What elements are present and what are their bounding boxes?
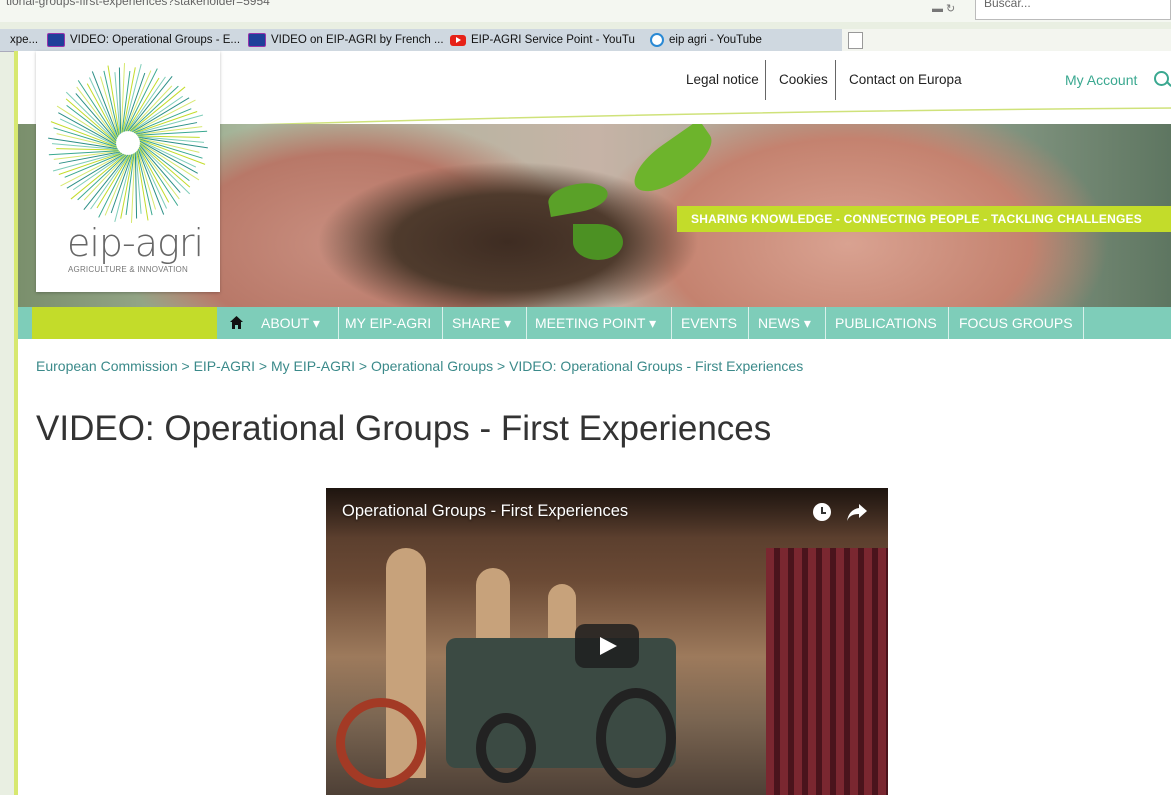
divider <box>825 307 826 339</box>
ie-icon <box>650 33 664 47</box>
nav-meeting-point[interactable]: MEETING POINT ▾ <box>535 307 656 339</box>
nav-share[interactable]: SHARE ▾ <box>452 307 511 339</box>
nav-focus-groups[interactable]: FOCUS GROUPS <box>959 307 1073 339</box>
play-button[interactable] <box>575 624 639 668</box>
divider <box>671 307 672 339</box>
nav-publications[interactable]: PUBLICATIONS <box>835 307 937 339</box>
tab-video-operational-groups[interactable]: VIDEO: Operational Groups - E... <box>47 31 240 49</box>
video-title[interactable]: Operational Groups - First Experiences <box>342 502 628 521</box>
video-player[interactable]: Operational Groups - First Experiences <box>326 488 888 795</box>
video-frame-wheel <box>336 698 426 788</box>
tab-strip: xpe... VIDEO: Operational Groups - E... … <box>0 29 842 52</box>
logo-subtitle: AGRICULTURE & INNOVATION <box>68 265 188 274</box>
logo-starburst-icon <box>48 63 208 223</box>
sprout-leaf <box>546 179 610 217</box>
logo-wordmark: eip-agri <box>67 221 204 265</box>
contact-europa-link[interactable]: Contact on Europa <box>849 60 962 100</box>
tab-eip-agri-youtube[interactable]: eip agri - YouTube <box>650 31 762 49</box>
tab-bar: xpe... VIDEO: Operational Groups - E... … <box>0 29 1171 52</box>
eip-agri-logo[interactable]: eip-agri AGRICULTURE & INNOVATION <box>36 51 220 292</box>
cookies-link[interactable]: Cookies <box>779 60 828 100</box>
youtube-icon <box>450 34 466 46</box>
divider <box>1083 307 1084 339</box>
watch-later-icon[interactable] <box>813 503 831 521</box>
divider <box>338 307 339 339</box>
sprout-leaf <box>625 124 721 203</box>
eu-flag-icon <box>248 33 266 47</box>
nav-my-eip-agri[interactable]: MY EIP-AGRI <box>345 307 431 339</box>
divider <box>442 307 443 339</box>
nav-events[interactable]: EVENTS <box>681 307 737 339</box>
new-tab-icon[interactable] <box>848 32 863 49</box>
video-frame-gate <box>766 548 888 795</box>
divider <box>835 60 836 100</box>
legal-notice-link[interactable]: Legal notice <box>686 60 759 100</box>
tagline-banner: SHARING KNOWLEDGE - CONNECTING PEOPLE - … <box>677 206 1171 232</box>
divider <box>948 307 949 339</box>
tab-previous[interactable]: xpe... <box>10 31 38 49</box>
nav-accent-block <box>32 307 217 339</box>
tab-service-point-youtube[interactable]: EIP-AGRI Service Point - YouTu <box>450 31 635 49</box>
search-icon[interactable] <box>1154 71 1169 86</box>
breadcrumb[interactable]: European Commission > EIP-AGRI > My EIP-… <box>36 358 803 374</box>
main-navigation: ABOUT ▾ MY EIP-AGRI SHARE ▾ MEETING POIN… <box>18 307 1171 339</box>
share-icon[interactable] <box>846 502 868 522</box>
nav-about[interactable]: ABOUT ▾ <box>261 307 320 339</box>
eu-flag-icon <box>47 33 65 47</box>
nav-news[interactable]: NEWS ▾ <box>758 307 811 339</box>
divider <box>748 307 749 339</box>
web-page: Legal notice Cookies Contact on Europa M… <box>14 51 1171 795</box>
browser-search-input[interactable]: Buscar... <box>975 0 1171 20</box>
my-account-link[interactable]: My Account <box>1065 60 1137 100</box>
page-title: VIDEO: Operational Groups - First Experi… <box>36 409 772 448</box>
url-text[interactable]: tional-groups-first-experiences?stakehol… <box>6 0 270 8</box>
sprout-leaf <box>573 224 623 260</box>
address-bar[interactable]: tional-groups-first-experiences?stakehol… <box>0 0 1171 22</box>
tab-video-french[interactable]: VIDEO on EIP-AGRI by French ... <box>248 31 444 49</box>
video-frame-wheel <box>476 713 536 783</box>
divider <box>765 60 766 100</box>
video-frame-wheel <box>596 688 676 788</box>
address-controls-icon[interactable]: ▬ ↻ <box>932 2 955 15</box>
home-icon[interactable] <box>230 316 243 329</box>
divider <box>526 307 527 339</box>
